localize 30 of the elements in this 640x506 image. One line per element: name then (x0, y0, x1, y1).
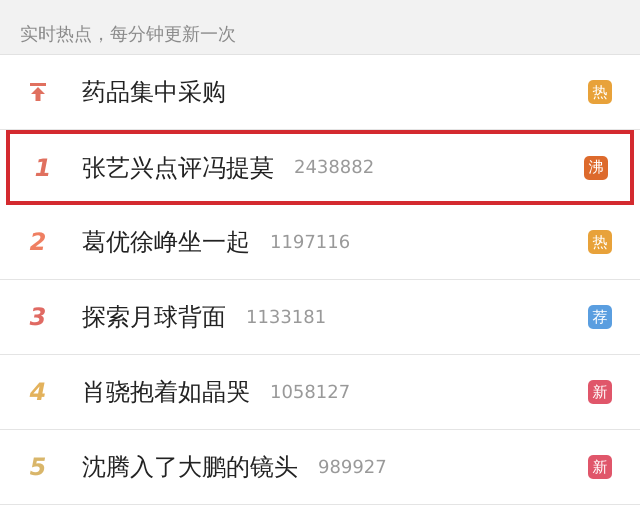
rank-number: 1 (34, 154, 52, 182)
list-row[interactable]: 2 葛优徐峥坐一起 1197116 热 (0, 205, 640, 280)
hit-count: 1197116 (270, 232, 350, 252)
status-badge: 新 (588, 380, 612, 404)
list-row[interactable]: 药品集中采购 热 (0, 55, 640, 130)
topic-title: 张艺兴点评冯提莫 (82, 152, 274, 184)
status-badge: 热 (588, 80, 612, 104)
rank-number: 4 (30, 378, 46, 406)
topic-title: 肖骁抱着如晶哭 (82, 377, 250, 408)
status-badge: 新 (588, 455, 612, 479)
hit-count: 1058127 (270, 382, 350, 402)
topic-title: 沈腾入了大鹏的镜头 (82, 452, 298, 483)
status-badge: 沸 (584, 156, 608, 180)
header-text: 实时热点，每分钟更新一次 (20, 23, 236, 46)
list-row[interactable]: 3 探索月球背面 1133181 荐 (0, 280, 640, 355)
hit-count: 2438882 (294, 157, 374, 178)
hit-count: 1133181 (246, 306, 326, 328)
hit-count: 989927 (318, 456, 387, 478)
rank-number: 5 (30, 453, 46, 481)
pin-top-icon (28, 82, 48, 102)
highlighted-row[interactable]: 1 张艺兴点评冯提莫 2438882 沸 (6, 130, 634, 205)
status-badge: 荐 (588, 305, 612, 329)
topic-title: 探索月球背面 (82, 302, 226, 333)
list-row[interactable]: 5 沈腾入了大鹏的镜头 989927 新 (0, 430, 640, 505)
rank-number: 3 (30, 303, 46, 331)
rank-number: 2 (30, 228, 46, 256)
topic-title: 药品集中采购 (82, 77, 226, 108)
list-row[interactable]: 4 肖骁抱着如晶哭 1058127 新 (0, 355, 640, 430)
topic-title: 葛优徐峥坐一起 (82, 227, 250, 258)
status-badge: 热 (588, 230, 612, 254)
